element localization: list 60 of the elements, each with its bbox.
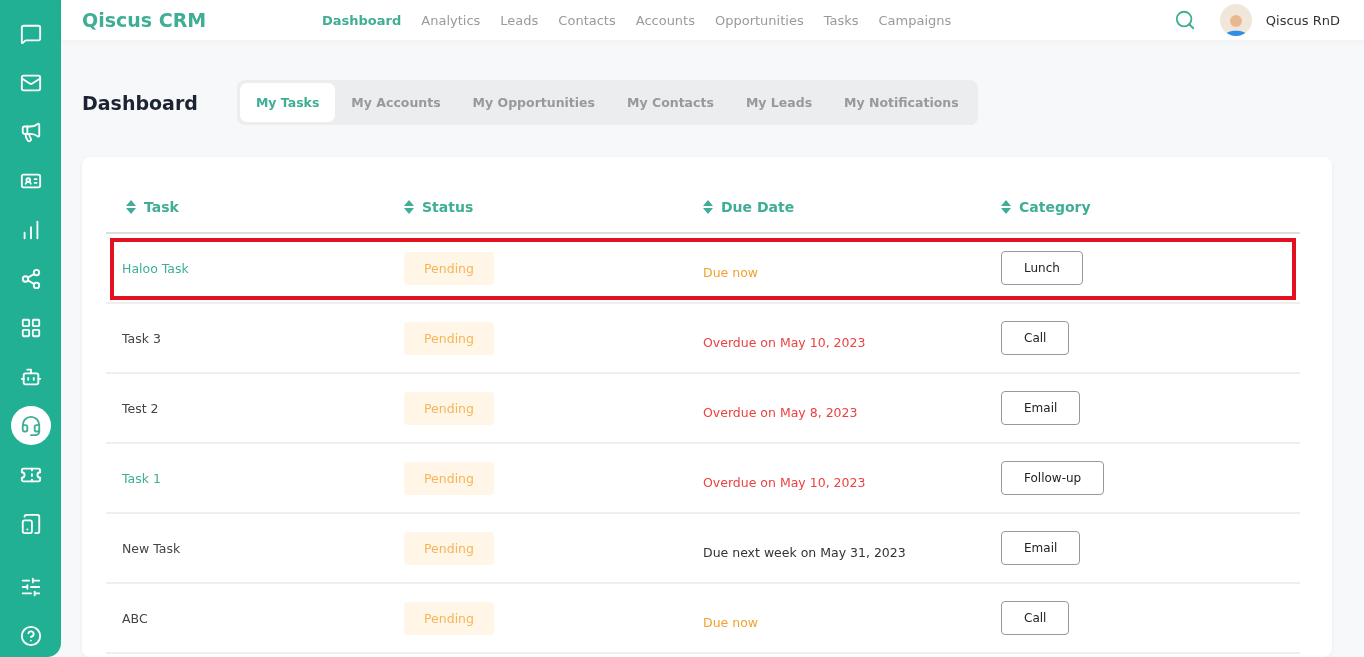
- grid-icon: [19, 317, 42, 339]
- column-header[interactable]: Task: [144, 198, 179, 215]
- nav-link[interactable]: Campaigns: [878, 12, 952, 28]
- nav-link[interactable]: Dashboard: [322, 12, 402, 28]
- sort-icon[interactable]: [404, 199, 414, 214]
- page-title: Dashboard: [82, 91, 198, 114]
- due-date: Overdue on May 8, 2023: [703, 404, 858, 420]
- headset-icon: [19, 414, 42, 437]
- share-icon: [19, 268, 42, 291]
- category-button[interactable]: Email: [1001, 391, 1081, 425]
- task-name: Test 2: [122, 400, 159, 416]
- task-link[interactable]: Haloo Task: [122, 260, 189, 276]
- task-name: ABC: [122, 610, 148, 626]
- tab[interactable]: My Accounts: [335, 83, 457, 122]
- chat-icon: [19, 23, 42, 46]
- avatar[interactable]: [1219, 4, 1252, 36]
- due-date: Overdue on May 10, 2023: [703, 334, 866, 350]
- search-button[interactable]: [1173, 9, 1196, 31]
- help-icon: [19, 624, 42, 647]
- due-date: Overdue on May 10, 2023: [703, 474, 866, 490]
- sliders-icon: [19, 575, 42, 598]
- due-date: Due next week on May 31, 2023: [703, 544, 906, 560]
- category-button[interactable]: Follow-up: [1001, 461, 1105, 495]
- tab[interactable]: My Contacts: [611, 83, 730, 122]
- column-header[interactable]: Category: [1019, 198, 1091, 215]
- nav-link[interactable]: Analytics: [421, 12, 481, 28]
- category-button[interactable]: Call: [1001, 601, 1070, 635]
- status-badge: Pending: [404, 251, 494, 285]
- column-header[interactable]: Due Date: [721, 198, 795, 215]
- sort-icon[interactable]: [703, 199, 713, 214]
- due-date: Due now: [703, 264, 758, 280]
- nav-link[interactable]: Accounts: [635, 12, 695, 28]
- tab[interactable]: My Opportunities: [456, 83, 612, 122]
- user-name[interactable]: Qiscus RnD: [1265, 12, 1340, 28]
- megaphone-icon: [19, 121, 42, 144]
- task-name: New Task: [122, 540, 181, 556]
- column-header[interactable]: Status: [422, 198, 474, 215]
- tablet-icon: [19, 512, 42, 535]
- category-button[interactable]: Call: [1001, 321, 1070, 355]
- status-badge: Pending: [404, 391, 494, 425]
- nav-link[interactable]: Opportunities: [715, 12, 804, 28]
- task-link[interactable]: Task 1: [122, 470, 161, 486]
- category-button[interactable]: Lunch: [1001, 251, 1083, 285]
- status-badge: Pending: [404, 531, 494, 565]
- status-badge: Pending: [404, 321, 494, 355]
- sort-icon[interactable]: [1001, 199, 1011, 214]
- due-date: Due now: [703, 614, 758, 630]
- category-button[interactable]: Email: [1001, 531, 1081, 565]
- tab[interactable]: My Leads: [729, 83, 829, 122]
- status-badge: Pending: [404, 601, 494, 635]
- task-name: Task 3: [122, 330, 161, 346]
- status-badge: Pending: [404, 461, 494, 495]
- nav-link[interactable]: Contacts: [558, 12, 616, 28]
- sort-icon[interactable]: [126, 199, 136, 214]
- nav-link[interactable]: Leads: [500, 12, 539, 28]
- brand-logo[interactable]: Qiscus CRM: [82, 9, 322, 31]
- sidebar-button[interactable]: [10, 406, 51, 446]
- tab[interactable]: My Tasks: [239, 83, 336, 122]
- tab[interactable]: My Notifications: [828, 83, 975, 122]
- nav-link[interactable]: Tasks: [823, 12, 859, 28]
